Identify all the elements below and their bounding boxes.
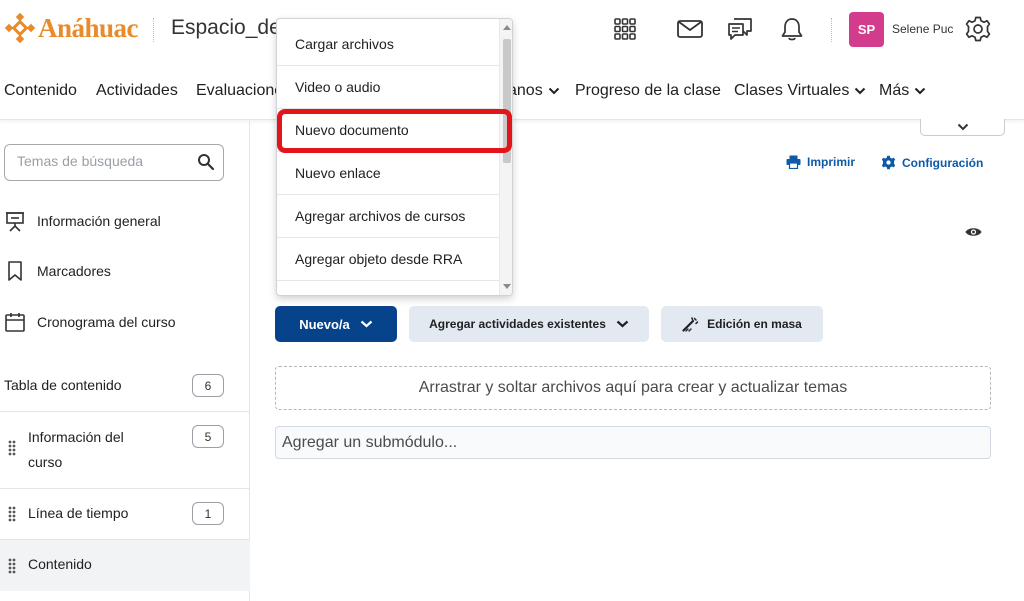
new-item-dropdown-menu: Cargar archivos Video o audio Nuevo docu…	[276, 18, 513, 296]
menu-item-add-object-rra[interactable]: Agregar objeto desde RRA	[277, 238, 499, 281]
brand-logo[interactable]: Anáhuac	[4, 12, 139, 44]
presentation-icon	[4, 210, 26, 232]
bell-icon[interactable]	[777, 14, 807, 44]
bookmark-icon	[4, 260, 26, 282]
sidebar-link-label: Marcadores	[37, 263, 111, 279]
chevron-down-icon	[915, 87, 926, 95]
chevron-down-icon	[616, 320, 629, 328]
module-label: Información del	[28, 429, 124, 445]
module-label: Línea de tiempo	[28, 505, 129, 521]
module-label: curso	[28, 454, 63, 470]
nav-item-actividades[interactable]: Actividades	[96, 82, 178, 100]
toc-count-badge: 6	[192, 374, 224, 397]
avatar[interactable]: SP	[849, 12, 884, 47]
sidebar-link-label: Información general	[37, 213, 161, 229]
table-of-contents-heading[interactable]: Tabla de contenido	[4, 377, 122, 393]
nav-item-progreso[interactable]: Progreso de la clase	[575, 82, 721, 100]
edit-wand-icon	[682, 316, 699, 332]
brand-name: Anáhuac	[38, 12, 139, 43]
module-row-linea-de-tiempo[interactable]: Línea de tiempo 1	[0, 488, 250, 539]
menu-item-new-document[interactable]: Nuevo documento	[277, 109, 499, 152]
file-dropzone[interactable]: Arrastrar y soltar archivos aquí para cr…	[275, 366, 991, 410]
mail-icon[interactable]	[675, 14, 705, 44]
menu-item-upload-files[interactable]: Cargar archivos	[277, 23, 499, 66]
chevron-down-icon	[360, 320, 373, 328]
sidebar-link-bookmarks[interactable]: Marcadores	[4, 260, 111, 282]
nav-item-contenido[interactable]: Contenido	[4, 82, 77, 100]
printer-icon	[786, 155, 801, 169]
gear-icon	[881, 155, 896, 170]
module-row-contenido[interactable]: Contenido	[0, 539, 250, 591]
header-divider	[153, 18, 154, 42]
add-submodule-input[interactable]: Agregar un submódulo...	[275, 426, 991, 459]
drag-handle-icon[interactable]	[8, 558, 16, 574]
module-label: Contenido	[28, 556, 92, 572]
sidebar-link-schedule[interactable]: Cronograma del curso	[4, 311, 176, 333]
sidebar: Información general Marcadores Cronogram…	[0, 121, 250, 601]
course-title[interactable]: Espacio_de	[171, 16, 281, 40]
module-count-badge: 5	[192, 425, 224, 448]
chevron-down-icon	[855, 87, 866, 95]
nav-item-clases-virtuales[interactable]: Clases Virtuales	[734, 82, 866, 100]
apps-grid-icon[interactable]	[610, 14, 640, 44]
gear-icon[interactable]	[963, 14, 993, 44]
print-link[interactable]: Imprimir	[786, 155, 855, 169]
bulk-edit-button[interactable]: Edición en masa	[661, 306, 823, 342]
new-button[interactable]: Nuevo/a	[275, 306, 397, 342]
header-divider	[831, 18, 832, 42]
scrollbar-thumb[interactable]	[503, 39, 511, 163]
add-existing-activities-button[interactable]: Agregar actividades existentes	[409, 306, 649, 342]
search-input[interactable]	[17, 153, 187, 169]
sidebar-link-overview[interactable]: Información general	[4, 210, 161, 232]
search-box	[4, 144, 224, 181]
user-name[interactable]: Selene Puc	[892, 22, 953, 36]
search-icon[interactable]	[197, 153, 215, 171]
menu-item-video-audio[interactable]: Video o audio	[277, 66, 499, 109]
settings-link[interactable]: Configuración	[881, 155, 983, 170]
drag-handle-icon[interactable]	[8, 506, 16, 522]
menu-scrollbar[interactable]	[499, 19, 512, 295]
chevron-down-icon	[957, 123, 968, 131]
drag-handle-icon[interactable]	[8, 440, 16, 456]
chat-icon[interactable]	[725, 14, 755, 44]
nav-item-mas[interactable]: Más	[879, 82, 926, 100]
scroll-down-arrow[interactable]	[503, 284, 511, 289]
menu-item-new-link[interactable]: Nuevo enlace	[277, 152, 499, 195]
module-row-informacion[interactable]: Información del curso 5	[0, 411, 250, 488]
collapse-toggle-button[interactable]	[920, 119, 1005, 136]
sidebar-link-label: Cronograma del curso	[37, 314, 176, 330]
nav-item-recursos-humanos[interactable]: anos	[508, 82, 560, 100]
logo-emblem-icon	[4, 12, 36, 44]
chevron-down-icon	[548, 87, 559, 95]
eye-icon[interactable]	[965, 226, 982, 238]
nav-item-evaluaciones[interactable]: Evaluacione	[196, 82, 283, 100]
calendar-icon	[4, 311, 26, 333]
scroll-up-arrow[interactable]	[503, 25, 511, 30]
menu-item-add-course-files[interactable]: Agregar archivos de cursos	[277, 195, 499, 238]
module-count-badge: 1	[192, 502, 224, 525]
